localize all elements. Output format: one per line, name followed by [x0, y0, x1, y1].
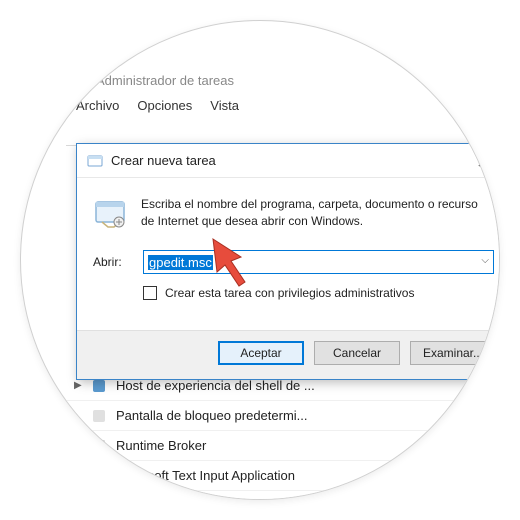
- open-label: Abrir:: [93, 255, 133, 269]
- dialog-message: Escriba el nombre del programa, carpeta,…: [141, 196, 494, 232]
- app-icon: [90, 437, 108, 455]
- run-icon: [87, 153, 103, 169]
- dialog-title-bar: Crear nueva tarea: [77, 144, 500, 178]
- input-selected-text: gpedit.msc: [148, 255, 213, 270]
- dialog-body: Escriba el nombre del programa, carpeta,…: [77, 178, 500, 330]
- process-name: Host de experiencia del shell de ...: [116, 378, 500, 393]
- list-item[interactable]: Pantalla de bloqueo predetermi... 🍂: [66, 401, 500, 431]
- browse-button[interactable]: Examinar...: [410, 341, 496, 365]
- taskmgr-icon: [74, 72, 90, 88]
- list-item[interactable]: Runtime Broker 0%: [66, 431, 500, 461]
- process-name: Runtime Broker: [116, 438, 500, 453]
- open-row: Abrir: gpedit.msc ⌵: [93, 250, 494, 274]
- chevron-down-icon[interactable]: ⌵: [481, 255, 489, 266]
- chevron-right-icon: ▶: [74, 380, 86, 391]
- process-list: ▶ Host de experiencia del shell de ... 0…: [66, 371, 500, 500]
- admin-label: Crear esta tarea con privilegios adminis…: [165, 286, 414, 300]
- button-row: Aceptar Cancelar Examinar...: [77, 330, 500, 379]
- process-name: Pantalla de bloqueo predetermi...: [116, 408, 500, 423]
- open-input[interactable]: gpedit.msc ⌵: [143, 250, 494, 274]
- checkbox[interactable]: [143, 286, 157, 300]
- menu-view[interactable]: Vista: [210, 98, 239, 113]
- close-button[interactable]: [464, 147, 500, 175]
- program-icon: [93, 196, 129, 232]
- app-icon: [90, 467, 108, 485]
- list-item[interactable]: ora: [66, 491, 500, 500]
- window-title: Administrador de tareas: [96, 73, 234, 88]
- menu-file[interactable]: Archivo: [76, 98, 119, 113]
- process-name: Microsoft Text Input Application: [116, 468, 500, 483]
- window-title-bar: Administrador de tareas: [66, 66, 500, 94]
- app-icon: [90, 407, 108, 425]
- admin-checkbox-row[interactable]: Crear esta tarea con privilegios adminis…: [143, 286, 494, 300]
- process-name: ora: [116, 498, 500, 500]
- run-dialog: Crear nueva tarea Escriba el nombre del …: [76, 143, 500, 380]
- dialog-title: Crear nueva tarea: [111, 153, 216, 168]
- ok-button[interactable]: Aceptar: [218, 341, 304, 365]
- cancel-button[interactable]: Cancelar: [314, 341, 400, 365]
- menu-options[interactable]: Opciones: [137, 98, 192, 113]
- list-item[interactable]: Microsoft Text Input Application 🍂: [66, 461, 500, 491]
- message-row: Escriba el nombre del programa, carpeta,…: [93, 196, 494, 232]
- app-icon: [90, 497, 108, 501]
- close-icon: [478, 155, 490, 167]
- menu-bar: Archivo Opciones Vista: [66, 94, 500, 119]
- tab-strip: S: [66, 119, 500, 145]
